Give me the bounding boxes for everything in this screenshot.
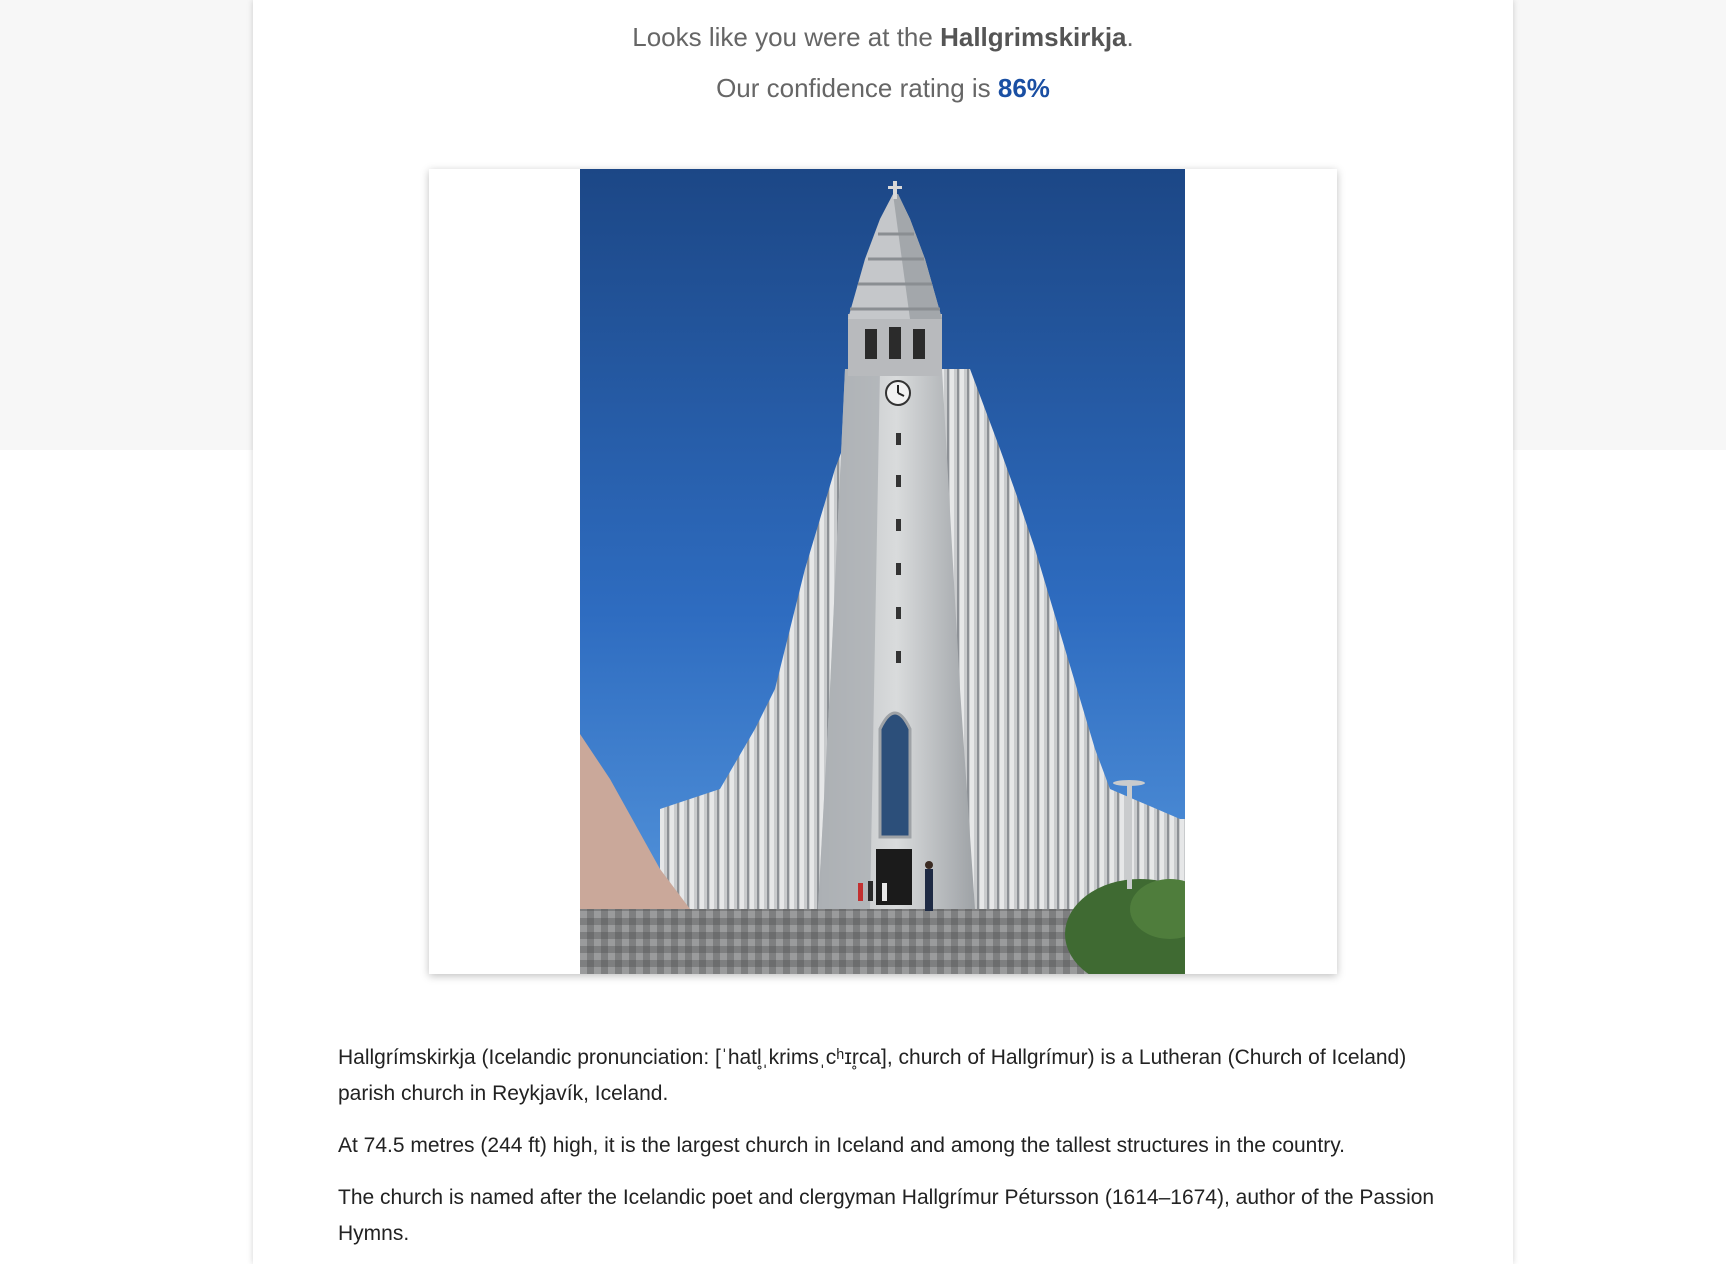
headline-prefix: Looks like you were at the: [632, 22, 941, 52]
confidence-rating: Our confidence rating is 86%: [253, 69, 1513, 107]
result-card: Looks like you were at the Hallgrimskirk…: [253, 0, 1513, 1264]
church-door: [876, 849, 912, 905]
result-headline: Looks like you were at the Hallgrimskirk…: [253, 18, 1513, 56]
confidence-prefix: Our confidence rating is: [716, 73, 998, 103]
confidence-value: 86%: [997, 73, 1050, 103]
landmark-photo: [580, 169, 1185, 974]
photo-frame: [429, 169, 1337, 974]
arched-window: [878, 711, 912, 839]
church-illustration: [580, 169, 1185, 974]
headline-suffix: .: [1126, 22, 1134, 52]
description: Hallgrímskirkja (Icelandic pronunciation…: [338, 1040, 1438, 1264]
description-paragraph: Hallgrímskirkja (Icelandic pronunciation…: [338, 1046, 1407, 1105]
description-paragraph: At 74.5 metres (244 ft) high, it is the …: [338, 1134, 1345, 1157]
place-name: Hallgrimskirkja: [940, 22, 1127, 52]
description-paragraph: The church is named after the Icelandic …: [338, 1186, 1435, 1245]
